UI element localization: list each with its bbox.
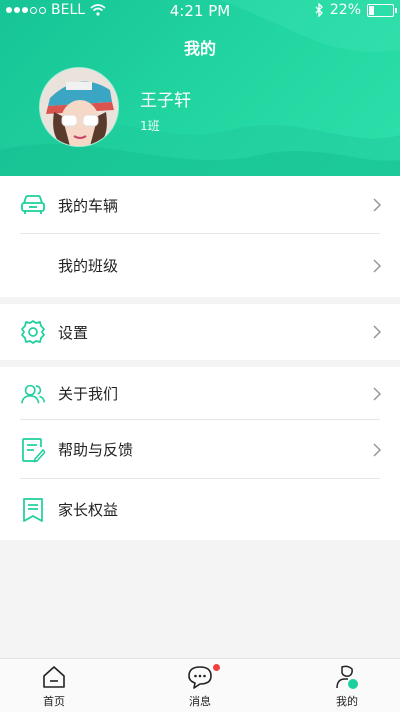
bluetooth-icon: [315, 3, 323, 17]
chat-icon: [188, 666, 212, 689]
tab-bar: 首页 消息 我的: [0, 658, 400, 712]
menu-group-vehicle-class: 我的车辆 我的班级: [0, 176, 400, 297]
menu-label: 帮助与反馈: [58, 441, 134, 459]
chevron-right-icon: [373, 386, 382, 401]
menu-label: 关于我们: [58, 385, 119, 403]
menu-label: 设置: [58, 323, 89, 342]
notification-badge: [213, 664, 220, 671]
status-bar: BELL 4:21 PM 22%: [0, 0, 400, 22]
tab-label: 消息: [189, 695, 211, 708]
battery-percent: 22%: [329, 2, 361, 18]
chevron-right-icon: [373, 198, 382, 212]
menu-item-parent-rights[interactable]: 家长权益: [0, 479, 400, 540]
edit-doc-icon: [20, 437, 46, 463]
menu-item-settings[interactable]: 设置: [0, 304, 400, 360]
tab-messages[interactable]: 消息: [160, 659, 240, 712]
user-class: 1班: [140, 119, 160, 133]
chevron-right-icon: [373, 258, 382, 273]
user-name: 王子轩: [140, 91, 191, 111]
avatar[interactable]: [40, 68, 118, 146]
avatar-image: [40, 68, 118, 146]
page-title: 我的: [183, 39, 216, 58]
menu-label: 我的车辆: [58, 196, 119, 215]
menu-item-my-vehicle[interactable]: 我的车辆: [0, 176, 400, 234]
tab-home[interactable]: 首页: [14, 659, 94, 712]
people-icon: [20, 381, 46, 407]
menu-label: 我的班级: [58, 257, 119, 275]
menu-item-help-feedback[interactable]: 帮助与反馈: [0, 420, 400, 479]
menu-item-about-us[interactable]: 关于我们: [0, 367, 400, 420]
menu-group-info: 关于我们 帮助与反馈 家长权益: [0, 367, 400, 540]
tab-label: 我的: [336, 695, 358, 708]
menu-label: 家长权益: [58, 501, 119, 519]
chevron-right-icon: [373, 442, 382, 457]
car-icon: [20, 192, 46, 218]
battery-icon: [367, 3, 397, 17]
tab-mine[interactable]: 我的: [307, 659, 387, 712]
tab-label: 首页: [43, 695, 65, 708]
profile-header: BELL 4:21 PM 22% 我的 王子轩 1班: [0, 0, 400, 178]
menu-item-my-class[interactable]: 我的班级: [0, 234, 400, 297]
gear-icon: [20, 319, 46, 345]
home-icon: [43, 666, 65, 688]
chevron-right-icon: [373, 325, 382, 339]
profile-icon: [336, 665, 358, 689]
bookmark-icon: [20, 497, 46, 523]
menu-group-settings: 设置: [0, 304, 400, 360]
